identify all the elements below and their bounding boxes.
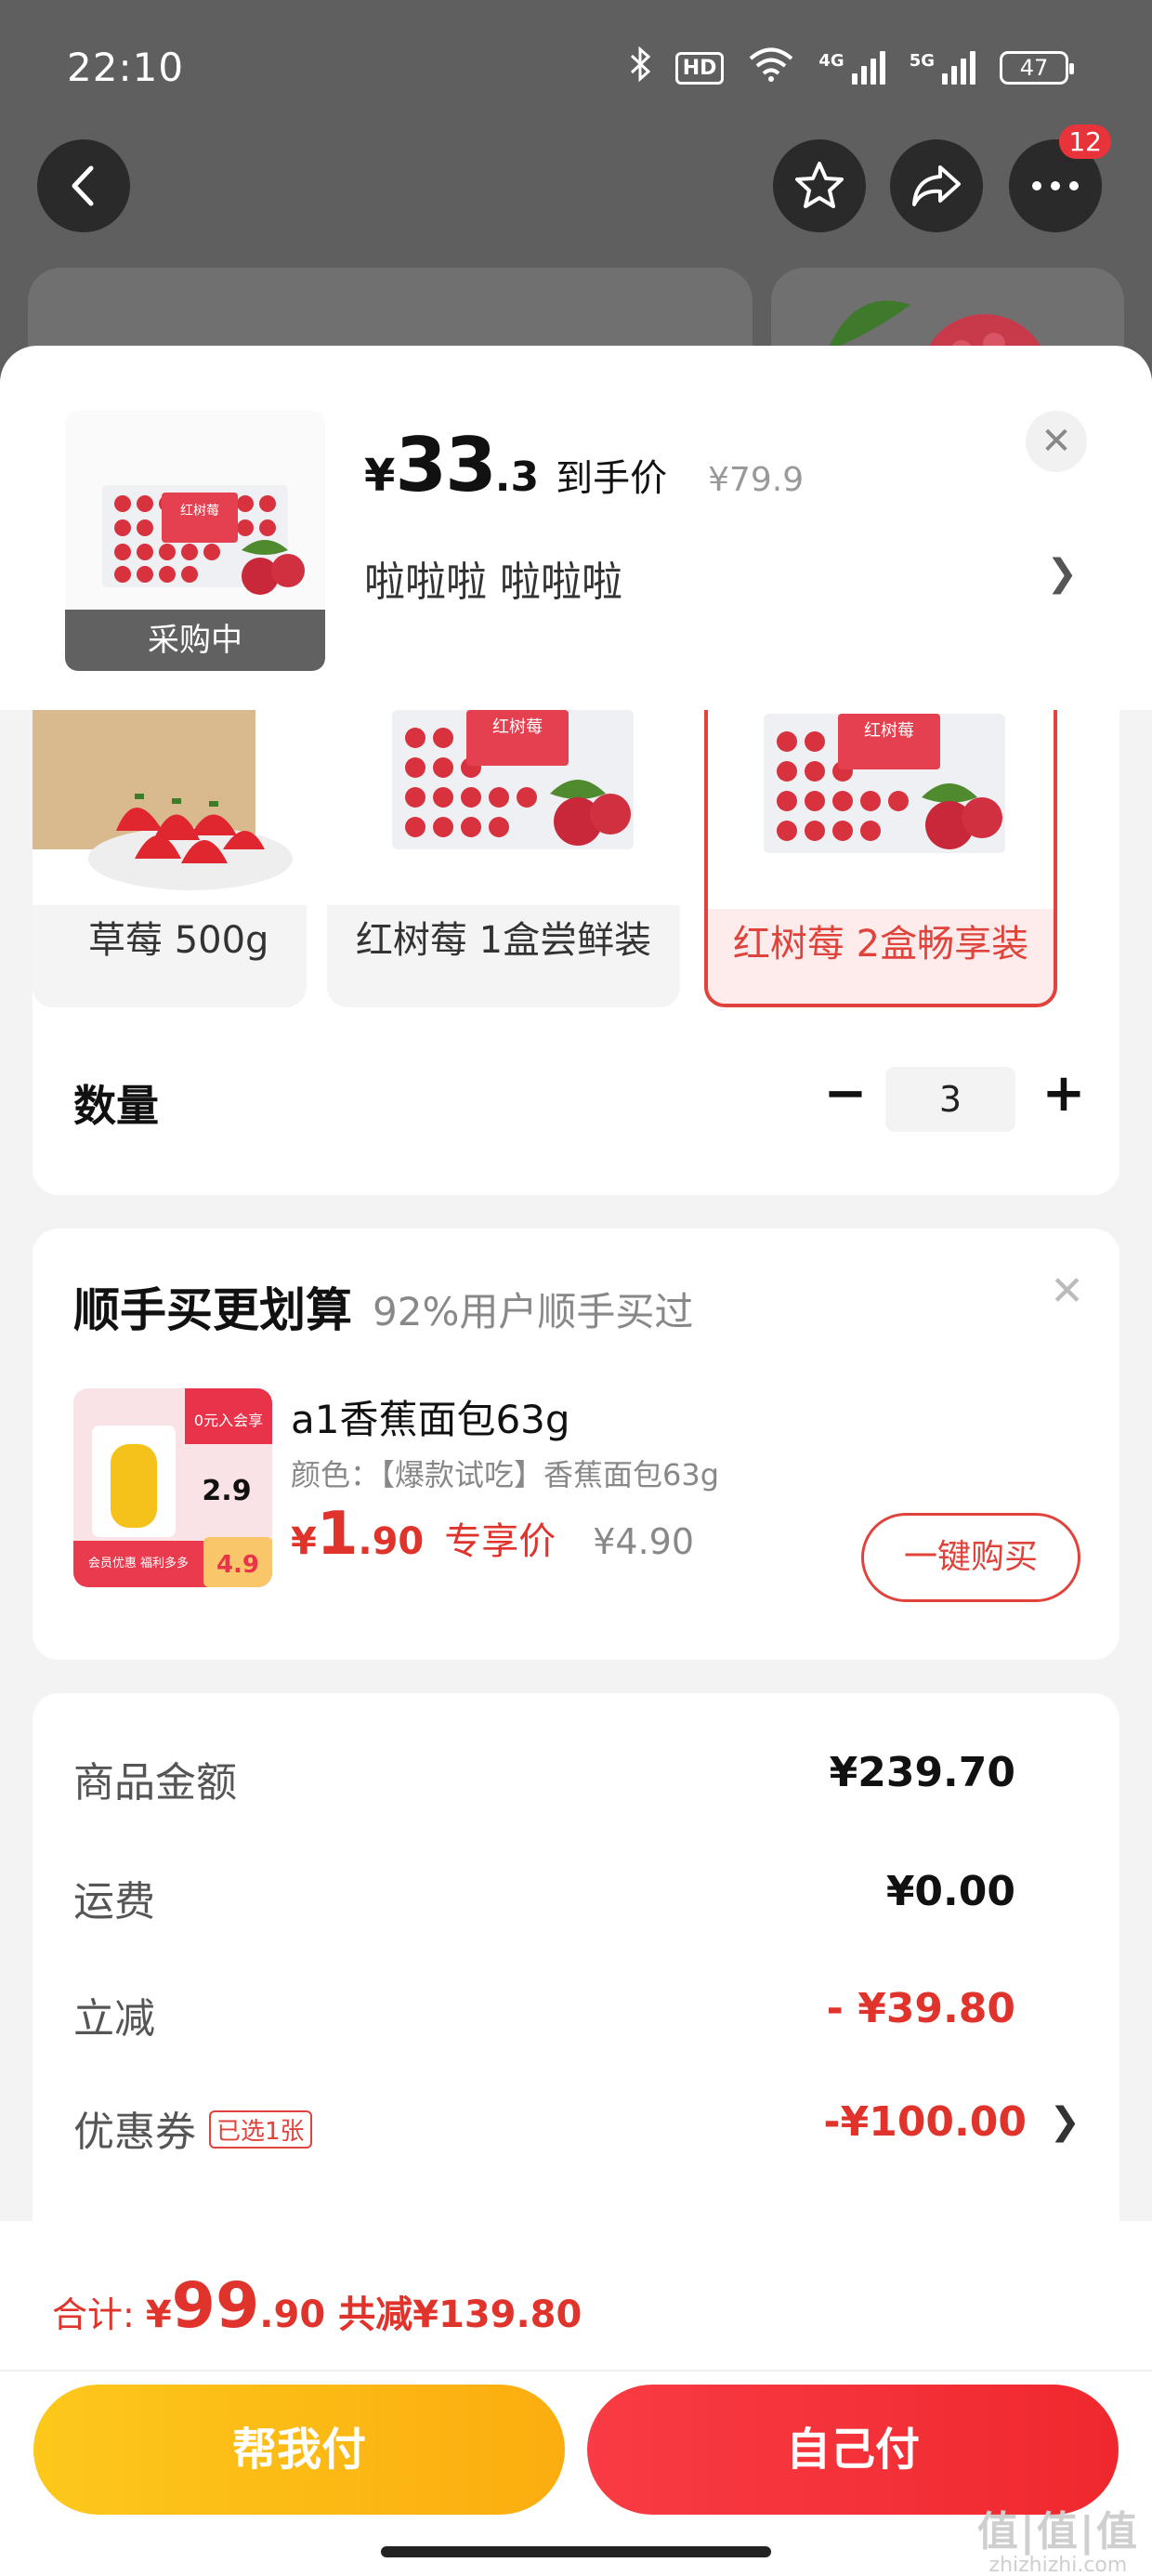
help-me-pay-button[interactable]: 帮我付	[33, 2385, 565, 2515]
share-icon	[912, 165, 961, 206]
more-dots-icon	[1032, 181, 1079, 191]
close-icon: ✕	[1041, 420, 1072, 463]
coupon-selected-tag: 已选1张	[209, 2109, 312, 2149]
status-bar: 22:10 HD 4G 5G 47	[0, 0, 1152, 139]
addon-price: ¥ 1 .90 专享价 ¥4.90	[291, 1500, 695, 1569]
addon-product-name: a1香蕉面包63g	[291, 1397, 570, 1442]
total-integer: 99	[171, 2269, 260, 2343]
more-button[interactable]: 12	[1009, 125, 1111, 232]
strawberry-image	[33, 710, 293, 890]
back-button[interactable]	[37, 139, 130, 232]
watermark-logo: 值|值|值 zhizhizhi.com	[976, 2508, 1139, 2576]
quantity-input[interactable]: 3	[885, 1067, 1015, 1132]
svg-text:红树莓: 红树莓	[864, 721, 914, 741]
favorite-button[interactable]	[773, 139, 866, 232]
selected-spec[interactable]: 啦啦啦 啦啦啦	[364, 548, 622, 608]
option-label: 红树莓 2盒畅享装	[732, 923, 1029, 966]
summary-row-discount: 立减 - ¥39.80	[73, 1985, 1015, 2043]
quantity-decrease-button[interactable]: −	[818, 1061, 873, 1126]
battery-icon: 47	[1000, 51, 1074, 85]
total-block: 合计: ¥ 99 .90 共减¥139.80	[52, 2269, 583, 2343]
status-time: 22:10	[67, 45, 185, 90]
summary-row-goods: 商品金额 ¥239.70	[73, 1749, 1015, 1807]
close-button[interactable]: ✕	[1026, 411, 1087, 472]
wifi-icon	[748, 46, 794, 89]
option-raspberry-2box[interactable]: 红树莓 红树莓 2盒畅享装	[704, 710, 1057, 1007]
price-integer: 33	[395, 422, 496, 508]
notification-badge: 12	[1059, 125, 1111, 159]
addon-product-image: 0元入会享 2.9 会员优惠 福利多多 4.9	[73, 1388, 272, 1587]
one-click-buy-button[interactable]: 一键购买	[861, 1513, 1080, 1602]
addon-original-price: ¥4.90	[593, 1521, 695, 1562]
addon-close-icon[interactable]: ✕	[1050, 1268, 1084, 1315]
option-label: 红树莓 1盒尝鲜装	[355, 919, 652, 962]
svg-text:红树莓: 红树莓	[180, 504, 219, 519]
share-button[interactable]	[890, 139, 983, 232]
pay-myself-button[interactable]: 自己付	[587, 2385, 1119, 2515]
raspberry-box-image: 红树莓	[102, 485, 305, 595]
svg-text:4.9: 4.9	[216, 1551, 259, 1579]
raspberry-box-image: 红树莓	[764, 714, 1005, 853]
raspberry-box-image: 红树莓	[392, 710, 634, 849]
sheet-header: 红树莓 采购中 ¥ 33 .3 到手价 ¥79.9 啦啦啦 啦啦啦 ❯ ✕	[0, 346, 1152, 710]
home-indicator[interactable]	[381, 2546, 771, 2557]
hd-icon: HD	[674, 51, 725, 85]
summary-row-shipping: 运费 ¥0.00	[73, 1868, 1015, 1925]
summary-row-coupon[interactable]: 优惠券 已选1张 -¥100.00	[73, 2098, 1067, 2158]
final-price-label: 到手价	[556, 457, 668, 500]
total-saving: 共减¥139.80	[338, 2293, 583, 2336]
purchasing-tag: 采购中	[65, 610, 325, 671]
svg-text:0元入会享: 0元入会享	[194, 1412, 263, 1429]
option-label: 草莓 500g	[88, 919, 269, 962]
quantity-label: 数量	[73, 1081, 159, 1131]
original-price: ¥79.9	[708, 461, 805, 499]
exclusive-price-label: 专享价	[444, 1520, 556, 1563]
status-icons: HD 4G 5G 47	[629, 46, 1074, 89]
addon-card: 顺手买更划算 92%用户顺手买过 ✕ 0元入会享 2.9 会员优惠 福利多多 4…	[33, 1229, 1119, 1660]
option-raspberry-1box[interactable]: 红树莓 红树莓 1盒尝鲜装	[327, 710, 680, 1007]
quantity-increase-button[interactable]: +	[1036, 1061, 1092, 1126]
signal-4g-icon: 4G	[818, 51, 885, 85]
price-block: ¥ 33 .3 到手价 ¥79.9	[364, 422, 805, 508]
svg-text:会员优惠 福利多多: 会员优惠 福利多多	[88, 1556, 189, 1571]
option-strawberry[interactable]: 草莓 500g	[33, 710, 307, 1007]
svg-text:红树莓: 红树莓	[492, 717, 543, 737]
addon-product-desc: 颜色：【爆款试吃】香蕉面包63g	[291, 1457, 720, 1492]
signal-5g-icon: 5G	[910, 51, 975, 85]
chevron-right-icon[interactable]: ❯	[1049, 2100, 1080, 2143]
star-icon	[795, 162, 844, 208]
addon-title: 顺手买更划算	[73, 1283, 352, 1337]
divider	[0, 2370, 1152, 2372]
spec-options-card: 草莓 500g 红树莓 红树莓 1盒尝鲜装 红树莓 红树莓 2盒畅享装 数量 −…	[33, 710, 1119, 1195]
addon-subtitle: 92%用户顺手买过	[373, 1289, 694, 1334]
bluetooth-icon	[629, 46, 651, 89]
chevron-right-icon[interactable]: ❯	[1046, 552, 1078, 595]
product-thumbnail: 红树莓 采购中	[65, 411, 325, 671]
svg-text:2.9: 2.9	[202, 1475, 251, 1507]
back-arrow-icon	[72, 165, 94, 206]
